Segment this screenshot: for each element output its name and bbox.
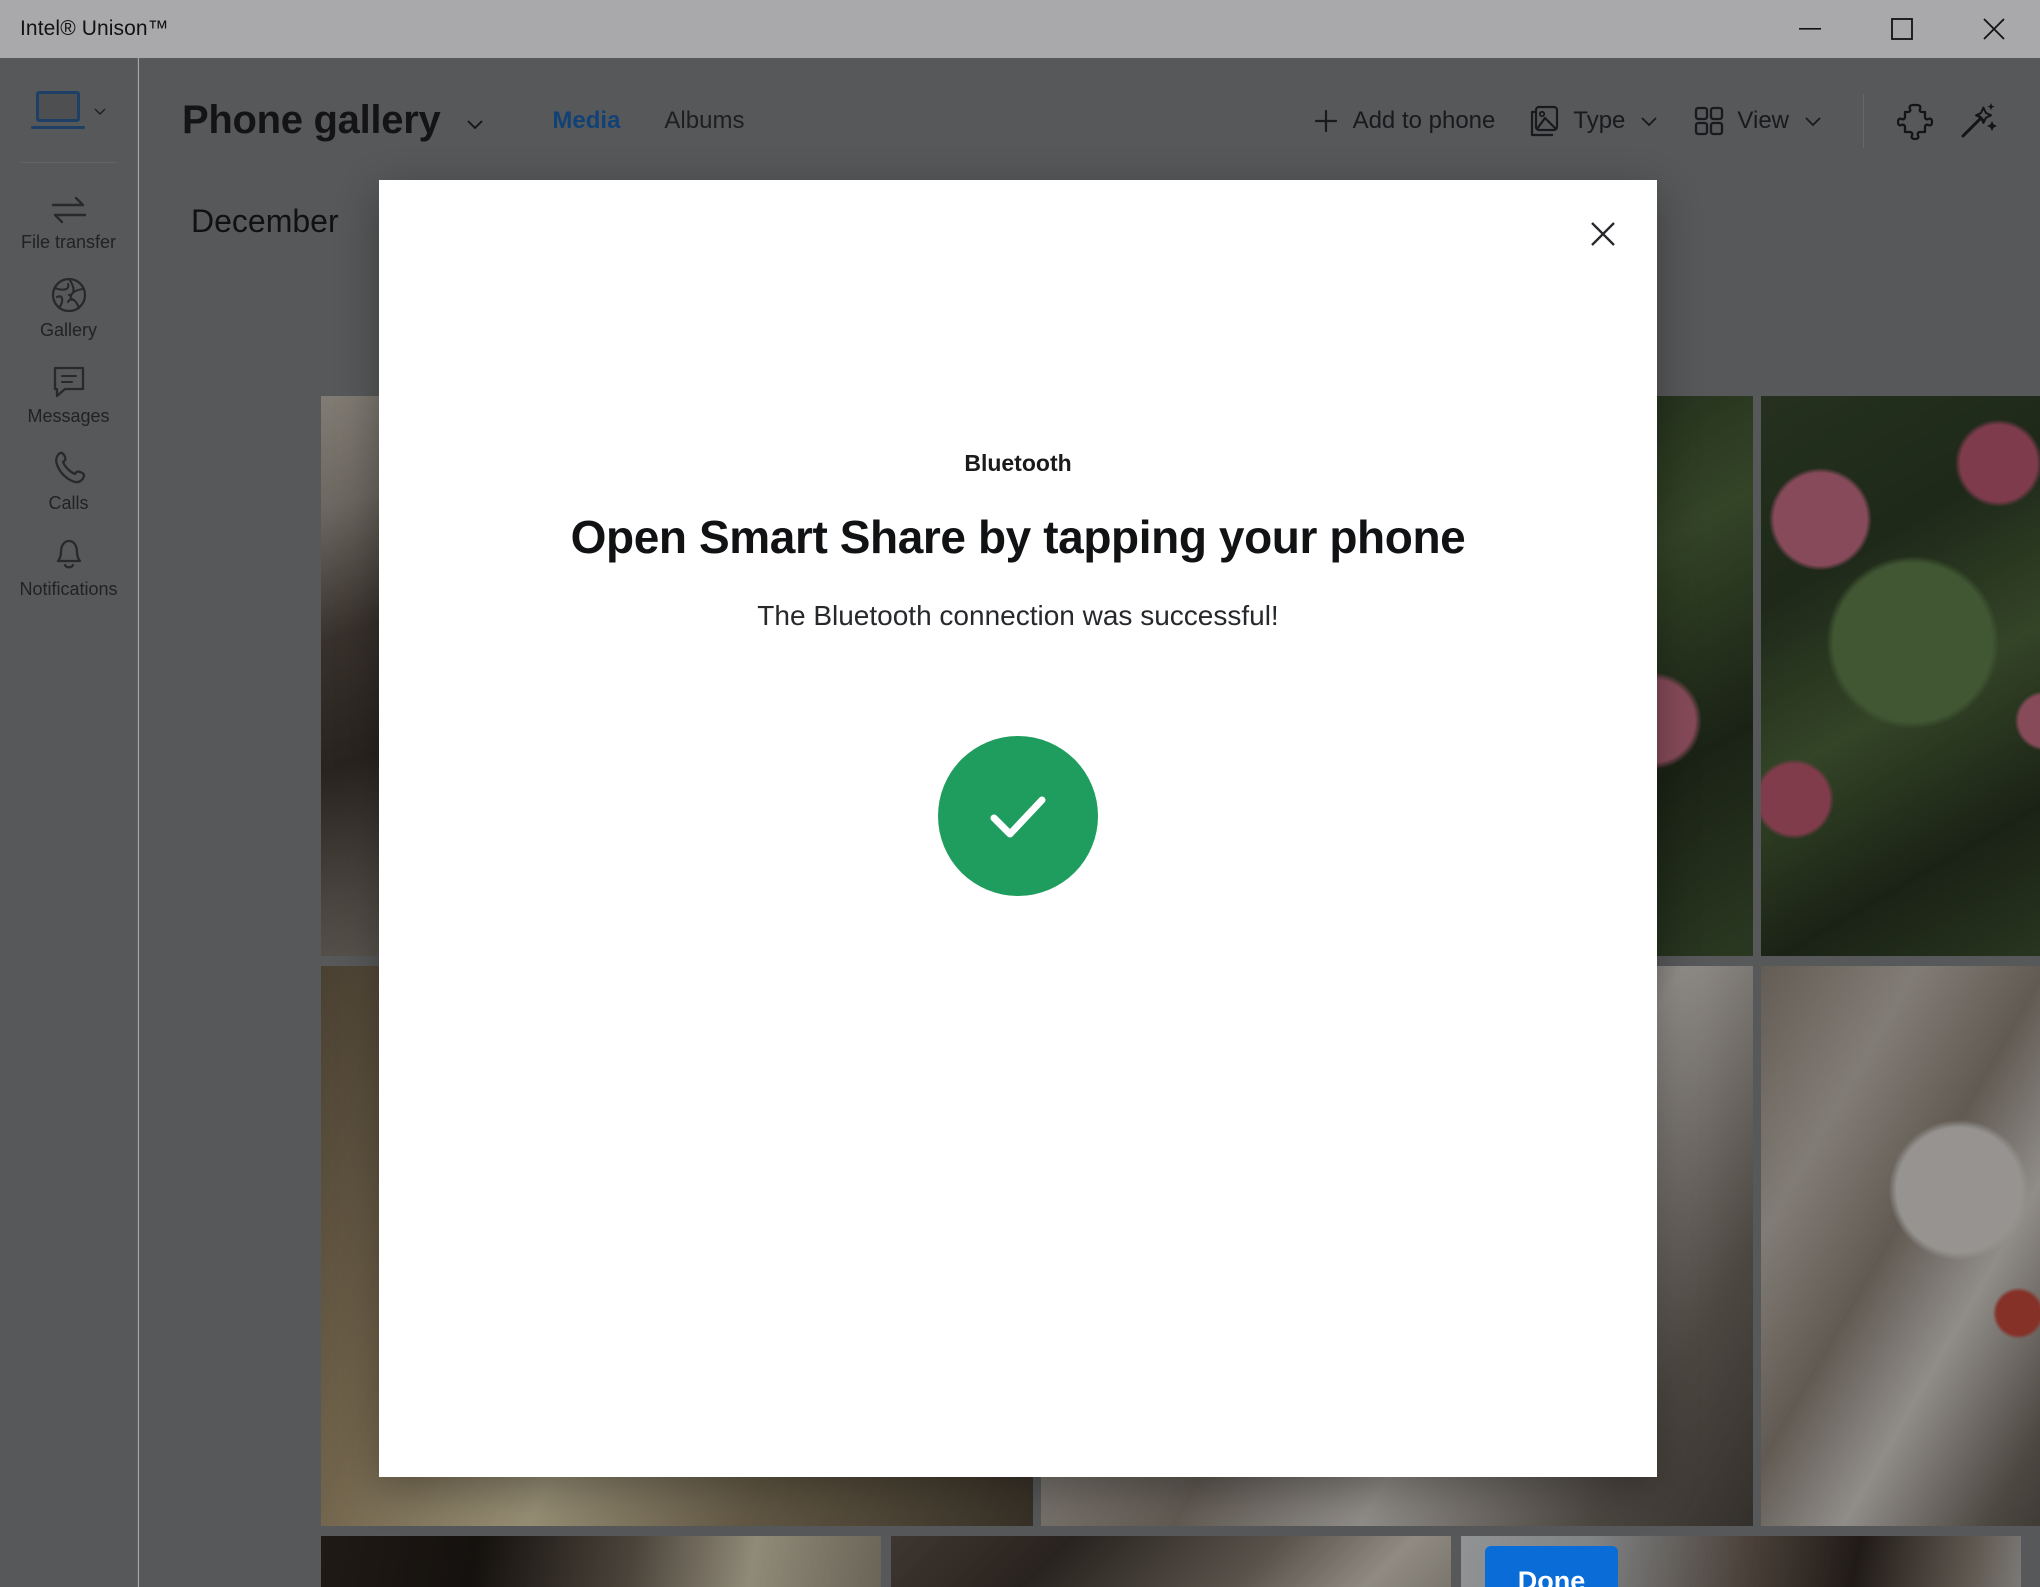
dialog-eyebrow: Bluetooth [964,450,1072,476]
bluetooth-dialog: Bluetooth Open Smart Share by tapping yo… [379,180,1657,1587]
check-circle-icon [990,796,1046,838]
dialog-close-button[interactable] [1571,202,1635,266]
app-window: Intel® Unison™ File transfer Gallery Mes… [0,0,2040,1587]
status-badge [938,736,1098,896]
dialog-subtitle: The Bluetooth connection was successful! [757,600,1279,631]
close-icon [1591,222,1615,246]
dialog-title: Open Smart Share by tapping your phone [570,511,1466,563]
done-button[interactable]: Done [1485,1546,1618,1587]
